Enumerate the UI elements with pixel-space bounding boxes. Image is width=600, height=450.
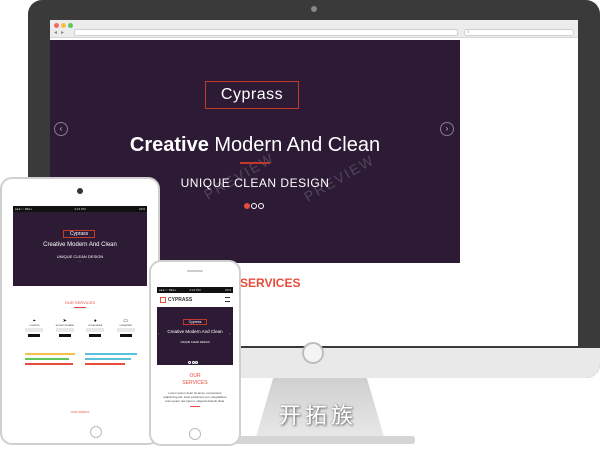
- services-heading: SERVICES: [240, 276, 301, 290]
- globe-icon: ●: [93, 318, 97, 324]
- tablet-hero-sub: ◦◦◦: [78, 260, 82, 263]
- tablet-hero-title: Creative Modern And Clean: [43, 242, 117, 248]
- monitor-stand-base: [225, 436, 415, 444]
- maximize-window-button[interactable]: [68, 23, 73, 28]
- phone-header: CYPRASS: [157, 293, 233, 307]
- logo-icon: [160, 297, 166, 303]
- progress-bar: [85, 353, 137, 355]
- phone-services-body: Lorem ipsum dolor sit amet, consectetur …: [163, 391, 227, 403]
- slider-dot-1[interactable]: [188, 361, 191, 364]
- tablet-device: ●●●○○ BELL 4:21 PM 22% Cyprass Creative …: [0, 177, 160, 445]
- services-line-2: SERVICES: [182, 380, 208, 386]
- phone-screen: ●●●○○ BELL 4:21 PM 22% CYPRASS ‹ › Cypre…: [157, 287, 233, 423]
- hero-title-bold: Creative: [129, 134, 209, 156]
- rocket-icon: ➤: [62, 318, 67, 324]
- tablet-brand-box: Cyprass: [63, 230, 95, 238]
- tablet-progress-bars: [23, 353, 137, 383]
- tablet-works-heading: OUR WORKS: [70, 410, 90, 414]
- url-bar[interactable]: [74, 29, 458, 36]
- progress-bar: [85, 358, 131, 360]
- forward-icon[interactable]: ▸: [61, 29, 64, 36]
- service-label: LOCATION: [29, 325, 40, 327]
- back-icon[interactable]: ◂: [54, 29, 57, 36]
- browser-toolbar: ◂ ▸ ⌕: [50, 20, 578, 38]
- hero-title-rest: Modern And Clean: [208, 134, 381, 156]
- phone-slider-dots: [188, 351, 199, 369]
- tablet-service-list: ⌖ LOCATION ➤ ROCKET PROMISE ● IN THE SER…: [13, 318, 147, 337]
- progress-bar: [25, 353, 75, 355]
- service-item: ➤ ROCKET PROMISE: [54, 318, 76, 337]
- browser-search-input[interactable]: [464, 29, 574, 36]
- slider-dot-1[interactable]: [244, 203, 250, 209]
- tablet-hero: Cyprass Creative Modern And Clean UNIQUE…: [13, 212, 147, 286]
- slider-dot-3[interactable]: [195, 361, 198, 364]
- slider-dot-3[interactable]: [258, 203, 264, 209]
- tablet-hero-tagline: UNIQUE CLEAN DESIGN: [56, 254, 104, 259]
- service-label: ROCKET PROMISE: [55, 325, 74, 327]
- phone-hero-title: Creative Modern And Clean: [167, 329, 223, 334]
- tablet-camera: [77, 188, 83, 194]
- tablet-services-divider: [74, 307, 86, 308]
- brand-logo-box: Cyprass: [205, 81, 299, 109]
- service-button[interactable]: [89, 334, 102, 337]
- service-button[interactable]: [58, 334, 71, 337]
- phone-brand-box: Cypress: [183, 319, 207, 325]
- phone-speaker: [187, 270, 203, 272]
- services-line-1: OUR: [189, 373, 201, 379]
- service-text: [25, 328, 44, 332]
- service-text: [86, 328, 105, 332]
- phone-logo-text: CYPRASS: [168, 297, 193, 303]
- phone-device: ●●●○○ BELL 4:21 PM 22% CYPRASS ‹ › Cypre…: [149, 260, 241, 446]
- location-icon: ⌖: [32, 318, 36, 324]
- search-icon: ⌕: [467, 29, 470, 35]
- service-text: [55, 328, 74, 332]
- phone-services-heading: OUR SERVICES: [157, 373, 233, 387]
- service-button[interactable]: [119, 334, 132, 337]
- minimize-window-button[interactable]: [61, 23, 66, 28]
- camera-dot: [311, 6, 317, 12]
- service-button[interactable]: [28, 334, 41, 337]
- tablet-services-heading: OUR SERVICES: [64, 300, 96, 305]
- monitor-home-button: [302, 342, 324, 364]
- service-item: ⌖ LOCATION: [23, 318, 45, 337]
- menu-icon[interactable]: [225, 297, 230, 302]
- progress-bar: [25, 363, 73, 365]
- service-label: IN THE SERVE: [88, 325, 103, 327]
- phone-home-button[interactable]: [189, 428, 201, 440]
- service-text: [116, 328, 135, 332]
- service-item: ▭ CONSISTENT: [115, 318, 137, 337]
- progress-bar: [85, 363, 125, 365]
- service-item: ● IN THE SERVE: [84, 318, 106, 337]
- tablet-home-button[interactable]: [90, 426, 102, 438]
- service-label: CONSISTENT: [119, 325, 133, 327]
- monitor-icon: ▭: [123, 318, 129, 324]
- slider-dots: [244, 196, 265, 214]
- tablet-screen: ●●●○○ BELL 4:21 PM 22% Cyprass Creative …: [13, 206, 147, 421]
- phone-divider: [190, 406, 200, 407]
- brand-watermark: 开拓族: [278, 404, 357, 429]
- close-window-button[interactable]: [54, 23, 59, 28]
- phone-hero: ‹ › Cypress Creative Modern And Clean UN…: [157, 307, 233, 365]
- phone-hero-tagline: UNIQUE CLEAN DESIGN: [180, 341, 210, 344]
- slider-dot-2[interactable]: [251, 203, 257, 209]
- hero-title: Creative Modern And Clean: [50, 134, 460, 157]
- hero-divider: [240, 162, 270, 164]
- progress-bar: [25, 358, 69, 360]
